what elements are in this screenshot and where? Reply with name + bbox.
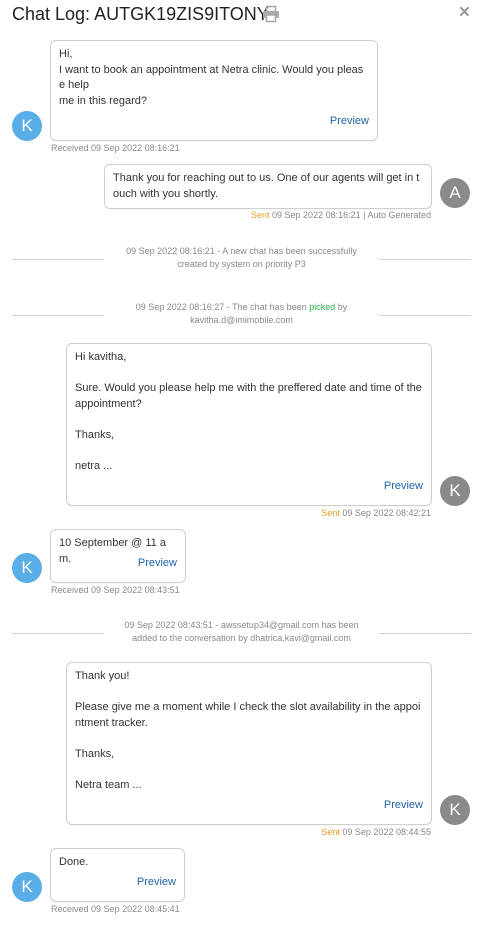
message-timestamp: 09 Sep 2022 08:45:41 [91, 904, 180, 914]
sent-label: Sent [321, 827, 340, 837]
system-event-text: added to the conversation by dhatrica.ka… [132, 633, 351, 643]
system-event-text: 09 Sep 2022 08:43:51 - awssetup34@gmail.… [124, 620, 359, 630]
message-timestamp: 09 Sep 2022 08:16:21 [91, 143, 180, 153]
system-event-text: 09 Sep 2022 08:16:21 - A new chat has be… [126, 246, 357, 256]
system-event: 09 Sep 2022 08:43:51 - awssetup34@gmail.… [104, 619, 379, 645]
divider [12, 633, 104, 634]
message-bubble: Hi kavitha, Sure. Would you please help … [66, 343, 432, 506]
received-label: Received [51, 585, 89, 595]
close-icon[interactable]: × [459, 2, 470, 24]
message-bubble: Thank you for reaching out to us. One of… [104, 164, 432, 209]
message-timestamp: 09 Sep 2022 08:43:51 [91, 585, 180, 595]
message-timestamp: 09 Sep 2022 08:42:21 [342, 508, 431, 518]
preview-link[interactable]: Preview [384, 798, 423, 814]
divider [379, 259, 471, 260]
message-text: Thank you! Please give me a moment while… [75, 670, 421, 791]
system-event: 09 Sep 2022 08:16:27 - The chat has been… [104, 301, 379, 327]
message-bubble: Hi, I want to book an appointment at Net… [50, 40, 378, 141]
auto-avatar: A [440, 178, 470, 208]
divider [12, 315, 104, 316]
customer-avatar: K [12, 553, 42, 583]
printer-icon[interactable] [262, 5, 280, 23]
message-meta: Sent 09 Sep 2022 08:44:55 [321, 827, 431, 837]
divider [12, 259, 104, 260]
message-bubble: Thank you! Please give me a moment while… [66, 662, 432, 825]
picked-label: picked [309, 302, 336, 312]
divider [379, 633, 471, 634]
message-meta: Sent 09 Sep 2022 08:42:21 [321, 508, 431, 518]
sent-label: Sent [321, 508, 340, 518]
system-event-text: kavitha.d@imimobile.com [190, 315, 293, 325]
system-event: 09 Sep 2022 08:16:21 - A new chat has be… [104, 245, 379, 271]
message-text: Hi kavitha, Sure. Would you please help … [75, 351, 422, 472]
message-bubble: Done. Preview [50, 848, 185, 902]
message-text: Thank you for reaching out to us. One of… [113, 172, 420, 200]
divider [379, 315, 471, 316]
message-meta: Sent 09 Sep 2022 08:16:21 | Auto Generat… [251, 210, 431, 220]
agent-avatar: K [440, 795, 470, 825]
sent-label: Sent [251, 210, 270, 220]
received-label: Received [51, 904, 89, 914]
message-bubble: 10 September @ 11 am. Preview [50, 529, 186, 583]
page-title: Chat Log: AUTGK19ZIS9ITONY [12, 4, 269, 24]
message-meta: Received 09 Sep 2022 08:16:21 [51, 143, 180, 153]
received-label: Received [51, 143, 89, 153]
message-text: Hi, I want to book an appointment at Net… [59, 48, 364, 107]
message-meta: Received 09 Sep 2022 08:45:41 [51, 904, 180, 914]
preview-link[interactable]: Preview [330, 114, 369, 130]
agent-avatar: K [440, 476, 470, 506]
preview-link[interactable]: Preview [138, 556, 177, 572]
message-timestamp: 09 Sep 2022 08:44:55 [342, 827, 431, 837]
customer-avatar: K [12, 111, 42, 141]
system-event-text: created by system on priority P3 [177, 259, 306, 269]
message-timestamp: 09 Sep 2022 08:16:21 | Auto Generated [272, 210, 431, 220]
preview-link[interactable]: Preview [384, 479, 423, 495]
preview-link[interactable]: Preview [137, 875, 176, 891]
chat-log-header: Chat Log: AUTGK19ZIS9ITONY × [12, 2, 474, 26]
message-text: Done. [59, 856, 89, 868]
system-event-text: 09 Sep 2022 08:16:27 - The chat has been… [135, 302, 348, 312]
message-meta: Received 09 Sep 2022 08:43:51 [51, 585, 180, 595]
customer-avatar: K [12, 872, 42, 902]
